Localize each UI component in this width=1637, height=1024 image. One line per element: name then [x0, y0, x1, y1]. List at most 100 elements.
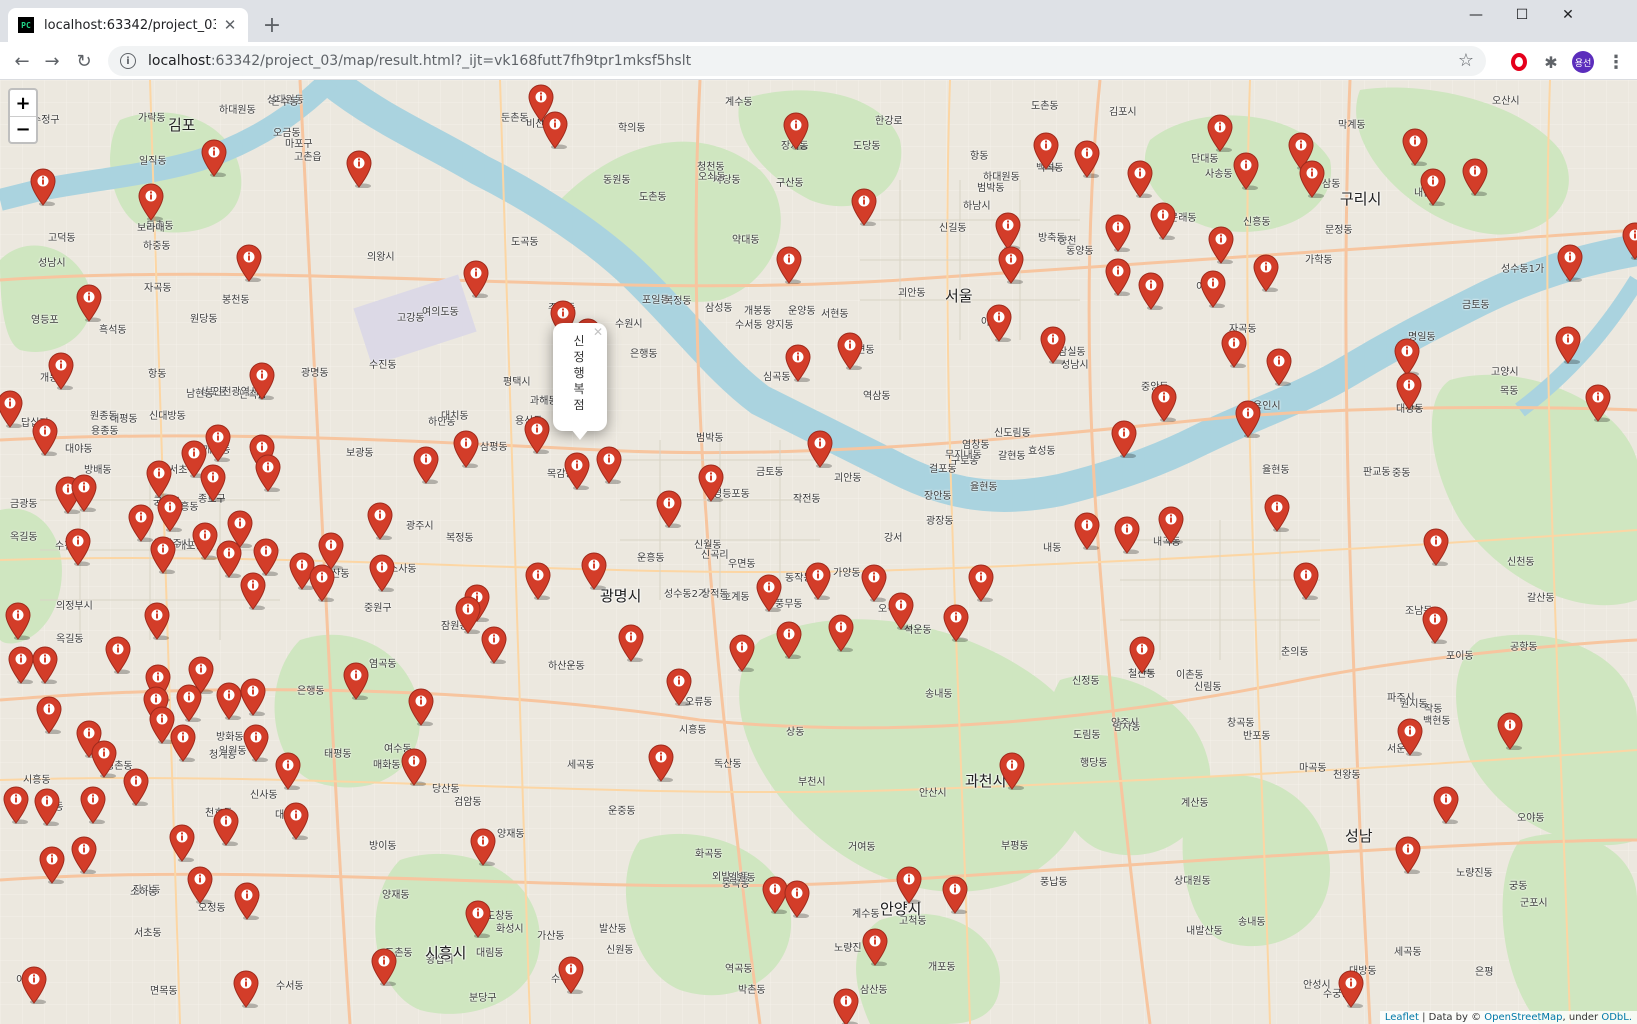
menu-kebab-icon[interactable]: ⋮ [1605, 51, 1627, 73]
store-marker-icon[interactable] [0, 390, 23, 428]
store-marker-icon[interactable] [80, 786, 106, 824]
store-marker-icon[interactable] [776, 246, 802, 284]
store-marker-icon[interactable] [861, 564, 887, 602]
store-marker-icon[interactable] [942, 876, 968, 914]
store-marker-icon[interactable] [36, 696, 62, 734]
store-marker-icon[interactable] [1266, 348, 1292, 386]
store-marker-icon[interactable] [542, 111, 568, 149]
store-marker-icon[interactable] [21, 966, 47, 1004]
store-marker-icon[interactable] [1395, 836, 1421, 874]
store-marker-icon[interactable] [1396, 372, 1422, 410]
store-marker-icon[interactable] [240, 572, 266, 610]
store-marker-icon[interactable] [48, 352, 74, 390]
store-marker-icon[interactable] [837, 332, 863, 370]
store-marker-icon[interactable] [525, 562, 551, 600]
back-arrow-icon[interactable]: ← [8, 47, 36, 75]
store-marker-icon[interactable] [463, 260, 489, 298]
store-marker-icon[interactable] [309, 564, 335, 602]
store-marker-icon[interactable] [346, 150, 372, 188]
store-marker-icon[interactable] [105, 636, 131, 674]
store-marker-icon[interactable] [1207, 114, 1233, 152]
store-marker-icon[interactable] [470, 828, 496, 866]
leaflet-link[interactable]: Leaflet [1385, 1012, 1419, 1023]
store-marker-icon[interactable] [1338, 970, 1364, 1008]
store-marker-icon[interactable] [986, 304, 1012, 342]
store-marker-icon[interactable] [666, 668, 692, 706]
store-marker-icon[interactable] [138, 183, 164, 221]
store-marker-icon[interactable] [1585, 384, 1611, 422]
store-marker-icon[interactable] [1111, 420, 1137, 458]
store-marker-icon[interactable] [401, 748, 427, 786]
store-marker-icon[interactable] [968, 564, 994, 602]
store-marker-icon[interactable] [30, 168, 56, 206]
store-marker-icon[interactable] [71, 474, 97, 512]
store-marker-icon[interactable] [192, 522, 218, 560]
store-marker-icon[interactable] [3, 786, 29, 824]
minimize-window-button[interactable]: — [1453, 0, 1499, 30]
store-marker-icon[interactable] [785, 344, 811, 382]
zoom-out-button[interactable]: − [10, 116, 36, 142]
store-marker-icon[interactable] [943, 604, 969, 642]
osm-link[interactable]: OpenStreetMap [1484, 1012, 1562, 1023]
store-marker-icon[interactable] [656, 490, 682, 528]
store-marker-icon[interactable] [243, 724, 269, 762]
store-marker-icon[interactable] [8, 646, 34, 684]
store-marker-icon[interactable] [413, 446, 439, 484]
odbl-link[interactable]: ODbL. [1601, 1012, 1632, 1023]
store-marker-icon[interactable] [524, 416, 550, 454]
store-marker-icon[interactable] [1151, 384, 1177, 422]
store-marker-icon[interactable] [157, 494, 183, 532]
store-marker-icon[interactable] [234, 882, 260, 920]
store-marker-icon[interactable] [1397, 718, 1423, 756]
store-marker-icon[interactable] [1299, 160, 1325, 198]
store-marker-icon[interactable] [1420, 168, 1446, 206]
store-marker-icon[interactable] [170, 724, 196, 762]
store-marker-icon[interactable] [343, 662, 369, 700]
bookmark-star-icon[interactable]: ☆ [1458, 50, 1474, 71]
store-marker-icon[interactable] [648, 744, 674, 782]
forward-arrow-icon[interactable]: → [38, 47, 66, 75]
store-marker-icon[interactable] [205, 424, 231, 462]
leaflet-map[interactable]: 김포고촌읍풍무동원당동신곡리장기동걸포동검암동백석동운양동구리시서울광명시과천시… [0, 80, 1637, 1024]
store-marker-icon[interactable] [1114, 516, 1140, 554]
store-marker-icon[interactable] [123, 768, 149, 806]
store-marker-icon[interactable] [1105, 214, 1131, 252]
store-marker-icon[interactable] [65, 528, 91, 566]
store-marker-icon[interactable] [233, 970, 259, 1008]
store-marker-icon[interactable] [236, 244, 262, 282]
store-marker-icon[interactable] [371, 948, 397, 986]
store-marker-icon[interactable] [784, 880, 810, 918]
store-marker-icon[interactable] [807, 430, 833, 468]
store-marker-icon[interactable] [1497, 712, 1523, 750]
store-marker-icon[interactable] [1235, 400, 1261, 438]
store-marker-icon[interactable] [805, 562, 831, 600]
site-info-icon[interactable]: i [120, 53, 136, 69]
store-marker-icon[interactable] [851, 188, 877, 226]
store-marker-icon[interactable] [465, 900, 491, 938]
store-marker-icon[interactable] [32, 646, 58, 684]
store-marker-icon[interactable] [1422, 606, 1448, 644]
store-marker-icon[interactable] [888, 592, 914, 630]
store-marker-icon[interactable] [995, 212, 1021, 250]
close-window-button[interactable]: ✕ [1545, 0, 1591, 30]
maximize-window-button[interactable]: ☐ [1499, 0, 1545, 30]
store-marker-icon[interactable] [408, 688, 434, 726]
store-marker-icon[interactable] [1074, 140, 1100, 178]
store-marker-icon[interactable] [367, 502, 393, 540]
store-marker-icon[interactable] [1462, 158, 1488, 196]
zoom-in-button[interactable]: + [10, 90, 36, 116]
store-marker-icon[interactable] [1033, 132, 1059, 170]
store-marker-icon[interactable] [1129, 636, 1155, 674]
store-marker-icon[interactable] [216, 540, 242, 578]
store-marker-icon[interactable] [144, 602, 170, 640]
store-marker-icon[interactable] [1138, 272, 1164, 310]
store-marker-icon[interactable] [1074, 512, 1100, 550]
store-marker-icon[interactable] [146, 460, 172, 498]
store-marker-icon[interactable] [1105, 258, 1131, 296]
store-marker-icon[interactable] [32, 418, 58, 456]
store-marker-icon[interactable] [558, 956, 584, 994]
profile-avatar[interactable]: 용선 [1572, 51, 1594, 73]
store-marker-icon[interactable] [1040, 326, 1066, 364]
store-marker-icon[interactable] [1200, 270, 1226, 308]
store-marker-icon[interactable] [756, 574, 782, 612]
